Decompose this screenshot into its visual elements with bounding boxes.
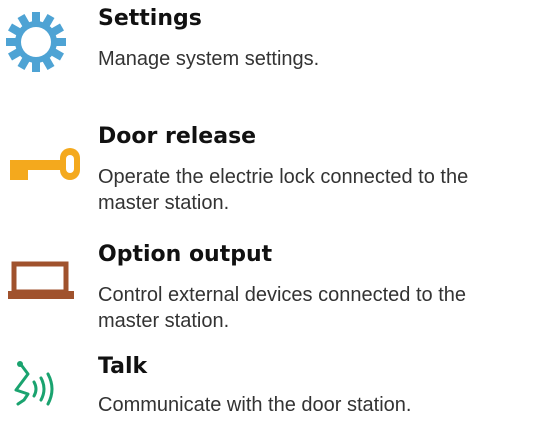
door-release-title: Door release (98, 124, 257, 149)
talk-title: Talk (98, 354, 148, 379)
laptop-icon (4, 260, 88, 324)
gear-icon (4, 10, 88, 74)
talk-description: Communicate with the door station. (98, 394, 412, 416)
talk-icon (4, 360, 88, 424)
menu-item-talk[interactable]: Talk Communicate with the door station. (0, 348, 534, 428)
door-release-description: Operate the electrie lock connected to t… (98, 166, 469, 214)
menu-item-option-output[interactable]: Option output Control external devices c… (0, 236, 534, 336)
settings-description: Manage system settings. (98, 48, 320, 70)
option-output-description: Control external devices connected to th… (98, 284, 466, 332)
option-output-title: Option output (98, 242, 273, 267)
key-icon (4, 144, 88, 208)
settings-title: Settings (98, 6, 202, 31)
menu-item-settings[interactable]: Settings Manage system settings. (0, 0, 534, 100)
menu-item-door-release[interactable]: Door release Operate the electrie lock c… (0, 118, 534, 218)
